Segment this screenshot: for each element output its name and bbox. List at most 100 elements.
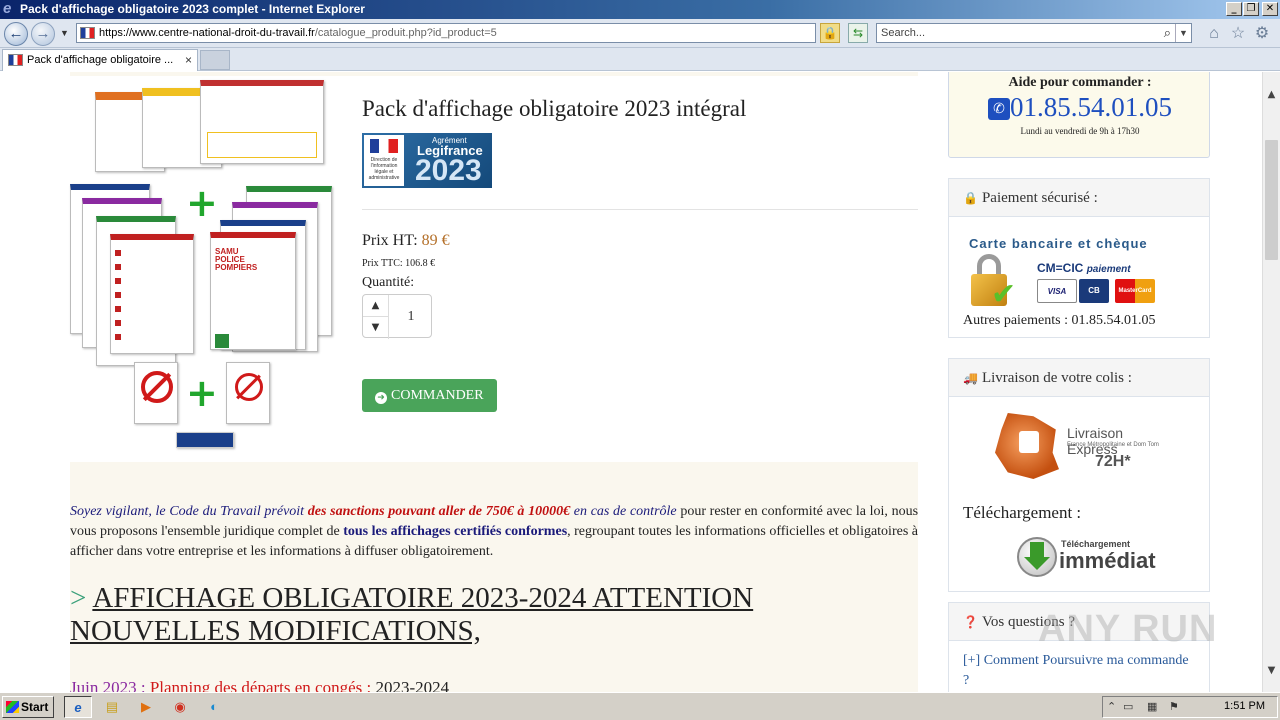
sub-date: Juin 2023 : — [70, 678, 146, 692]
no-vaping-sign — [226, 362, 270, 424]
lock-icon[interactable]: 🔒 — [820, 23, 840, 43]
window-titlebar: e Pack d'affichage obligatoire 2023 comp… — [0, 0, 1280, 19]
payment-panel: 🔒 Paiement sécurisé : Carte bancaire et c… — [948, 178, 1210, 338]
order-button[interactable]: ➜ COMMANDER — [362, 379, 497, 412]
no-smoking-sign — [134, 362, 178, 424]
payment-cards-title: Carte bancaire et chèque — [969, 236, 1148, 251]
refresh-icon[interactable]: ⇆ — [848, 23, 868, 43]
label-strip — [176, 432, 234, 448]
desc-sanctions: des sanctions pouvant aller de 750€ à 10… — [307, 504, 571, 519]
page-scrollbar[interactable]: ▲ ▼ — [1262, 72, 1280, 692]
search-placeholder: Search... — [881, 27, 926, 39]
republique-logo: Direction de l'information légale et adm… — [364, 135, 404, 186]
quantity-stepper[interactable]: ▲ ▼ 1 — [362, 294, 433, 339]
product-image[interactable]: + SAMU POLICE POMPIERS + — [70, 78, 342, 448]
gear-icon[interactable]: ⚙ — [1253, 25, 1271, 43]
payment-panel-header: 🔒 Paiement sécurisé : — [949, 179, 1209, 217]
page-viewport: + SAMU POLICE POMPIERS + Pack d'affichage … — [0, 72, 1262, 692]
download-logo: Téléchargement immédiat — [1017, 535, 1156, 579]
desc-bold: tous les affichages certifiés conformes — [343, 524, 568, 539]
clock[interactable]: 1:51 PM — [1224, 700, 1265, 712]
scroll-thumb[interactable] — [1265, 140, 1278, 260]
history-dropdown-icon[interactable]: ▼ — [60, 28, 69, 38]
truck-icon: 🚚 — [963, 371, 978, 385]
scroll-up-icon[interactable]: ▲ — [1263, 86, 1280, 103]
maximize-button[interactable]: ❐ — [1243, 2, 1259, 16]
taskbar-ie-icon[interactable]: e — [64, 696, 92, 718]
search-icon[interactable]: ⌕ — [1164, 24, 1171, 42]
download-logo-big: immédiat — [1059, 548, 1156, 573]
back-arrow-icon[interactable]: ← — [4, 22, 28, 46]
price-ht: Prix HT: 89 € — [362, 232, 450, 250]
taskbar-edge-icon[interactable]: ◐ — [200, 696, 228, 718]
product-title: Pack d'affichage obligatoire 2023 intégr… — [362, 96, 747, 121]
help-box: Aide pour commander : ✆ 01.85.54.01.05 Lu… — [948, 72, 1210, 158]
tray-monitor-icon[interactable]: ▭ — [1123, 700, 1133, 713]
quantity-increment-button[interactable]: ▲ — [363, 295, 389, 317]
scroll-down-icon[interactable]: ▼ — [1263, 662, 1280, 679]
home-icon[interactable]: ⌂ — [1205, 25, 1223, 43]
delivery-logo-time: 72H* — [1095, 453, 1131, 470]
price-ht-label: Prix HT: — [362, 232, 418, 249]
address-toolbar: ← → ▼ https://www.centre-national-droit-… — [0, 19, 1280, 48]
sub-red: Planning des départs en congés : — [149, 678, 372, 692]
forward-arrow-icon[interactable]: → — [31, 22, 55, 46]
quantity-input[interactable]: 1 — [389, 295, 433, 339]
search-input[interactable]: Search... ⌕ ▼ — [876, 23, 1192, 43]
cmcic-sub: paiement — [1086, 264, 1131, 275]
sub-text: 2023-2024 — [375, 678, 450, 692]
top-strip — [70, 72, 918, 76]
quantity-label: Quantité: — [362, 275, 415, 290]
desc-italic: Soyez vigilant, le Code du Travail prévo… — [70, 504, 305, 519]
help-title: Aide pour commander : — [1008, 75, 1152, 90]
download-title: Téléchargement : — [963, 503, 1082, 522]
quantity-decrement-button[interactable]: ▼ — [363, 317, 389, 339]
search-dropdown-icon[interactable]: ▼ — [1175, 24, 1191, 42]
taskbar-media-icon[interactable]: ▶ — [132, 696, 160, 718]
tab-label: Pack d'affichage obligatoire ... — [27, 54, 174, 66]
minimize-button[interactable]: _ — [1226, 2, 1242, 16]
url-domain: https://www.centre-national-droit-du-tra… — [99, 27, 315, 39]
plus-icon: + — [186, 181, 218, 225]
delivery-express-logo: Livraison Express France Métropolitaine … — [993, 411, 1173, 483]
tray-arrow-icon[interactable]: ⌃ — [1107, 700, 1116, 713]
padlock-icon: ✔ — [969, 254, 1016, 310]
question-icon: ❓ — [963, 615, 978, 629]
delivery-panel-header: 🚚 Livraison de votre colis : — [949, 359, 1209, 397]
url-path: /catalogue_produit.php?id_product=5 — [314, 27, 497, 39]
tab-active[interactable]: Pack d'affichage obligatoire ... × — [2, 49, 198, 71]
site-favicon-icon — [80, 27, 95, 39]
price-ht-value: 89 € — [421, 232, 450, 249]
heading-text: AFFICHAGE OBLIGATOIRE 2023-2024 ATTENTIO… — [70, 582, 754, 647]
tab-bar: Pack d'affichage obligatoire ... × — [0, 48, 1280, 71]
help-phone-number: 01.85.54.01.05 — [1010, 92, 1172, 122]
url-input[interactable]: https://www.centre-national-droit-du-tra… — [76, 23, 889, 43]
arrow-circle-icon: ➜ — [375, 392, 387, 404]
delivery-title: Livraison de votre colis : — [981, 370, 1132, 386]
price-ttc: Prix TTC: 106.8 € — [362, 258, 436, 269]
ie-logo-icon: e — [3, 0, 12, 17]
tray-network-icon[interactable]: ▦ — [1147, 700, 1157, 713]
taskbar-explorer-icon[interactable]: ▤ — [98, 696, 126, 718]
divider — [362, 209, 918, 210]
delivery-panel: 🚚 Livraison de votre colis : Livraison Ex… — [948, 358, 1210, 592]
poster-sheet — [200, 80, 324, 164]
taskbar: Start e ▤ ▶ ◉ ◐ ⌃ ▭ ▦ ⚑ 1:51 PM — [0, 692, 1280, 720]
star-icon[interactable]: ☆ — [1229, 25, 1247, 43]
poster-sheet: SAMU POLICE POMPIERS — [210, 232, 296, 350]
poster-sheet — [110, 234, 194, 354]
description-subheading: Juin 2023 : Planning des départs en cong… — [70, 678, 449, 692]
tray-flag-icon[interactable]: ⚑ — [1169, 700, 1179, 713]
heading-prefix: > — [70, 582, 87, 614]
help-phone[interactable]: ✆ 01.85.54.01.05 — [949, 92, 1211, 123]
questions-link[interactable]: [+] Comment Poursuivre ma commande ? — [963, 651, 1193, 691]
payment-other: Autres paiements : 01.85.54.01.05 — [963, 313, 1156, 328]
start-button[interactable]: Start — [2, 696, 54, 718]
window-title: Pack d'affichage obligatoire 2023 comple… — [20, 2, 365, 16]
new-tab-button[interactable] — [200, 50, 230, 70]
taskbar-chrome-icon[interactable]: ◉ — [166, 696, 194, 718]
cb-card-icon: CB — [1079, 279, 1109, 303]
tab-close-icon[interactable]: × — [185, 50, 192, 70]
close-window-button[interactable]: ✕ — [1262, 2, 1278, 16]
legifrance-badge: Direction de l'information légale et adm… — [362, 133, 492, 188]
